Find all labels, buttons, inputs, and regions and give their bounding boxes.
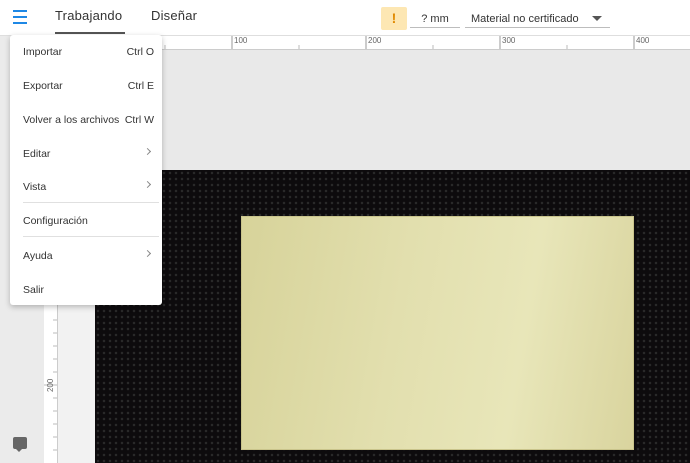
menu-item-help[interactable]: Ayuda — [10, 241, 162, 271]
menu-item-label: Exportar — [23, 80, 63, 92]
menu-item-back-to-files[interactable]: Volver a los archivos Ctrl W — [10, 105, 162, 135]
chat-feedback-icon[interactable] — [13, 437, 27, 452]
tab-working[interactable]: Trabajando — [55, 8, 125, 34]
menu-item-label: Importar — [23, 46, 63, 58]
material-sheet-image — [241, 216, 634, 450]
tab-design[interactable]: Diseñar — [151, 8, 201, 34]
menu-item-shortcut: Ctrl E — [127, 80, 154, 92]
menu-item-label: Salir — [23, 284, 45, 296]
main-menu: Importar Ctrl O Exportar Ctrl E Volver a… — [10, 35, 162, 305]
menu-item-view[interactable]: Vista — [10, 172, 162, 202]
menu-item-label: Editar — [23, 148, 51, 160]
menu-item-label: Ayuda — [23, 250, 53, 262]
menu-item-label: Configuración — [23, 215, 88, 227]
menu-item-shortcut: Ctrl O — [126, 46, 154, 58]
chevron-right-icon — [143, 249, 152, 258]
material-select[interactable]: Material no certificado — [465, 10, 610, 28]
menu-item-import[interactable]: Importar Ctrl O — [10, 37, 162, 67]
menu-item-exit[interactable]: Salir — [10, 275, 162, 305]
menu-divider — [23, 236, 159, 237]
material-select-label: Material no certificado — [471, 13, 579, 25]
menu-item-edit[interactable]: Editar — [10, 139, 162, 169]
menu-item-shortcut: Ctrl W — [124, 114, 154, 126]
warning-icon[interactable]: ! — [381, 7, 407, 30]
chevron-down-icon — [592, 16, 602, 21]
menu-divider — [23, 202, 159, 203]
material-thickness-field[interactable]: ? mm — [410, 10, 460, 28]
menu-item-export[interactable]: Exportar Ctrl E — [10, 71, 162, 101]
chevron-right-icon — [143, 147, 152, 156]
ruler-label: 200 — [368, 36, 382, 45]
ruler-label: 300 — [502, 36, 516, 45]
hamburger-menu-icon[interactable] — [10, 10, 30, 26]
menu-item-label: Vista — [23, 181, 47, 193]
chevron-right-icon — [143, 180, 152, 189]
ruler-label: 100 — [234, 36, 248, 45]
ruler-label: 200 — [46, 378, 55, 392]
ruler-label: 400 — [636, 36, 650, 45]
menu-item-settings[interactable]: Configuración — [10, 206, 162, 236]
menu-item-label: Volver a los archivos — [23, 114, 120, 126]
top-bar: Trabajando Diseñar ! ? mm Material no ce… — [0, 0, 690, 36]
